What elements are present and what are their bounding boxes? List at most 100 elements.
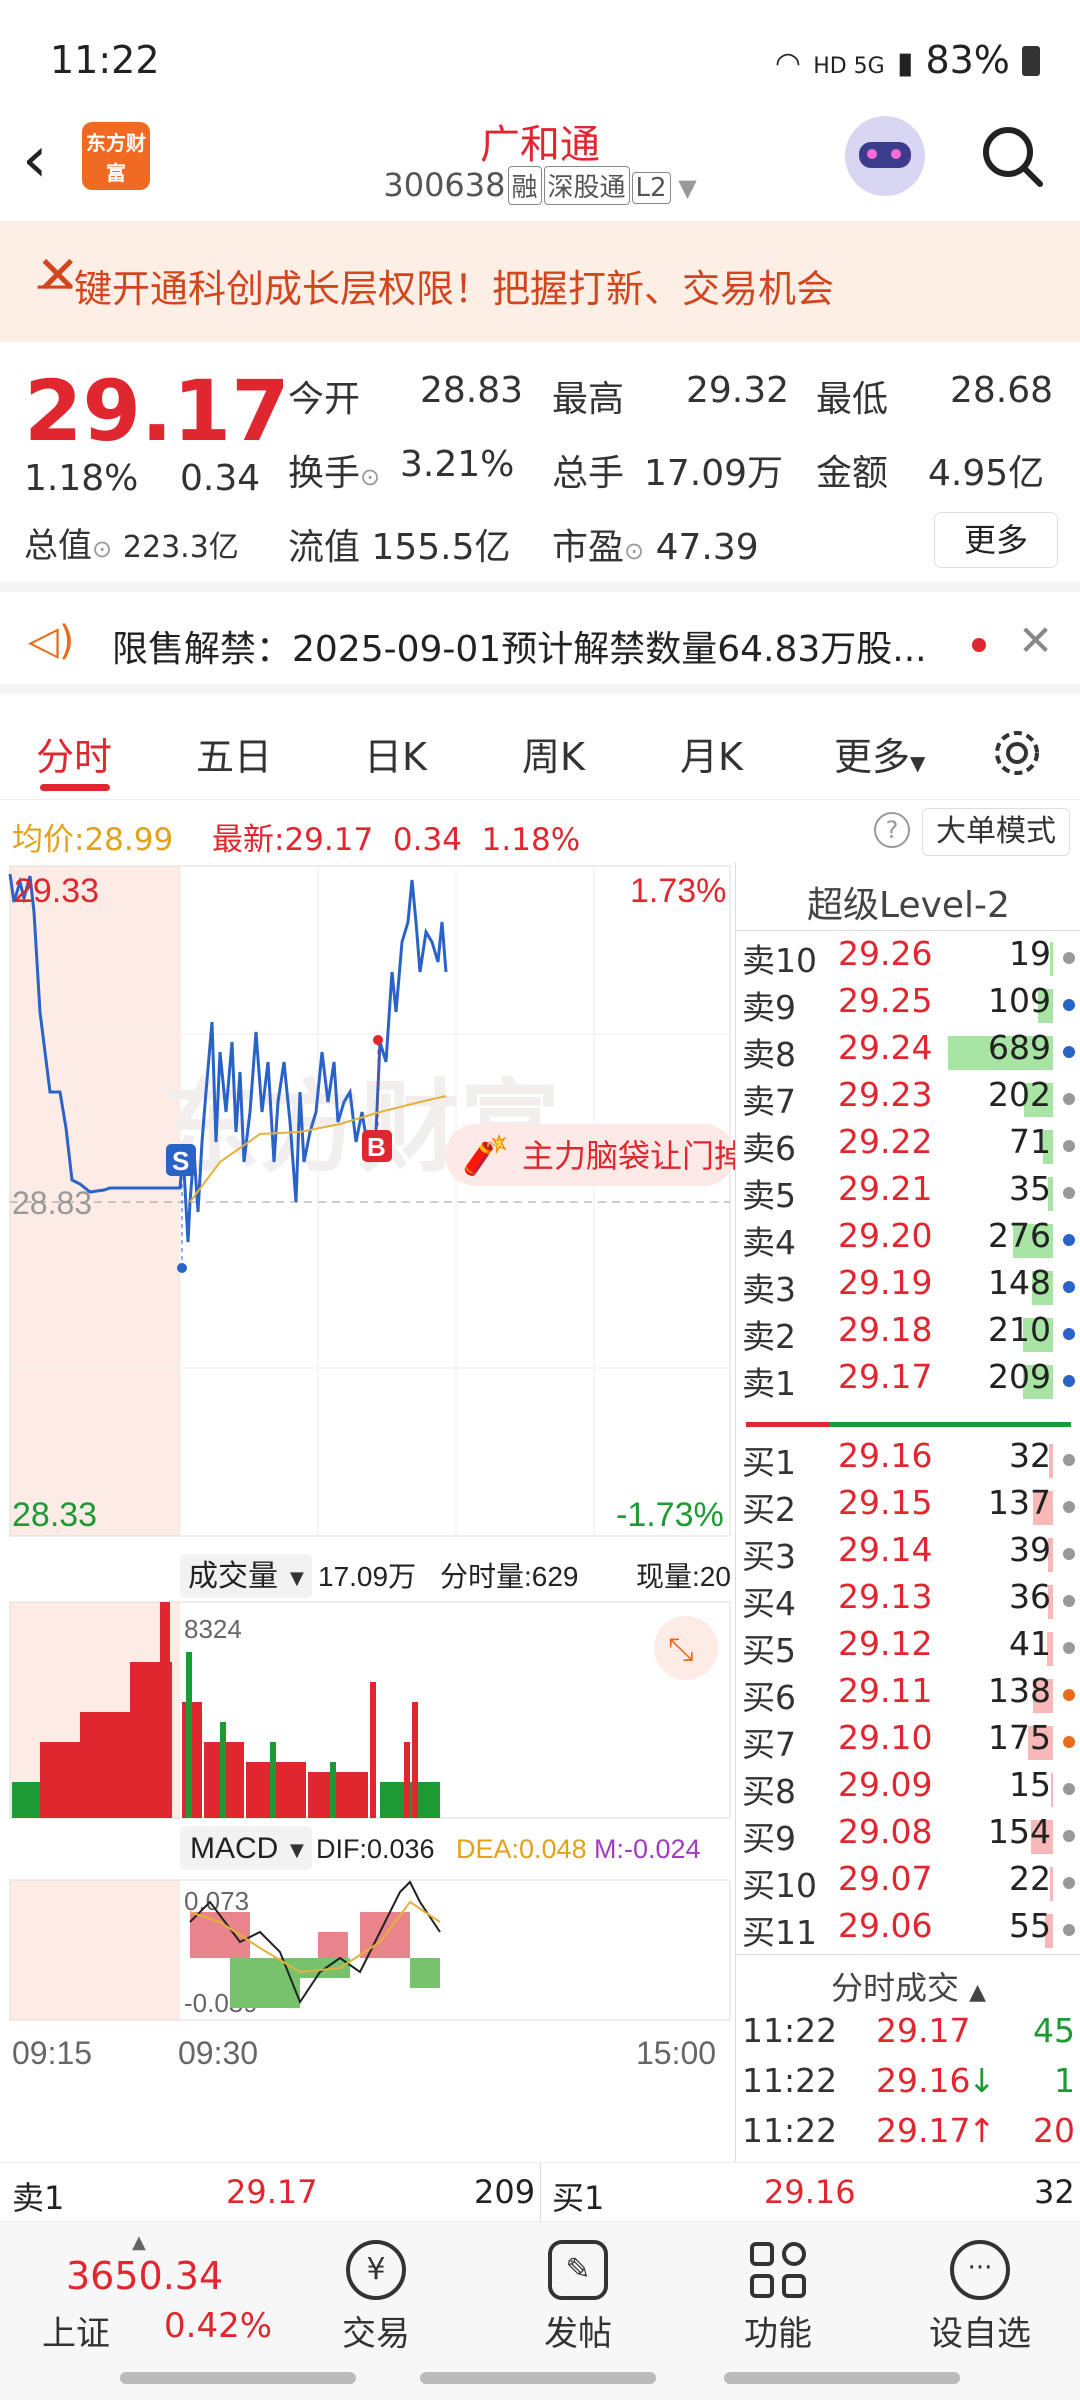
tab-weekly-k[interactable]: 周K bbox=[522, 726, 585, 781]
order-flag-dot bbox=[1063, 1281, 1075, 1293]
level-label: 卖7 bbox=[742, 1082, 796, 1121]
spread-divider bbox=[746, 1422, 829, 1427]
nav-trade[interactable]: ¥ 交易 bbox=[306, 2232, 446, 2355]
intraday-chart-area[interactable]: 东方财富 S B 🧨 主力脑袋让门掉 29.33 28.83 28.33 1.7… bbox=[0, 862, 746, 2162]
ask-level-row[interactable]: 卖2 29.18 210 bbox=[736, 1310, 1080, 1357]
index-ticker[interactable]: ▲ 3650.34 上证 0.42% bbox=[14, 2232, 274, 2356]
ask-level-row[interactable]: 卖4 29.20 276 bbox=[736, 1216, 1080, 1263]
tab-daily-k[interactable]: 日K bbox=[364, 726, 427, 781]
bid-level-row[interactable]: 买3 29.14 39 bbox=[736, 1530, 1080, 1577]
ask-level-row[interactable]: 卖3 29.19 148 bbox=[736, 1263, 1080, 1310]
ticks-title[interactable]: 分时成交 ▲ bbox=[736, 1963, 1080, 2009]
ask-level-row[interactable]: 卖5 29.21 35 bbox=[736, 1169, 1080, 1216]
nav-functions-label: 功能 bbox=[744, 2314, 812, 2354]
info-icon[interactable]: ⊙ bbox=[360, 463, 380, 491]
more-button[interactable]: 更多 bbox=[934, 512, 1058, 568]
tick-time: 11:22 bbox=[742, 2111, 838, 2150]
nav-watchlist[interactable]: ··· 设自选 bbox=[910, 2232, 1050, 2355]
level2-panel[interactable]: 超级Level-2 卖10 29.26 19 卖9 29.25 109 卖8 29.24 689… bbox=[735, 862, 1080, 2162]
order-flag-dot bbox=[1063, 1924, 1075, 1936]
nav-post[interactable]: ✎ 发帖 bbox=[508, 2232, 648, 2355]
order-flag-dot bbox=[1063, 1454, 1075, 1466]
level-price: 29.15 bbox=[838, 1483, 933, 1522]
stock-code: 300638 bbox=[383, 166, 506, 204]
ask-level-row[interactable]: 卖10 29.26 19 bbox=[736, 934, 1080, 981]
bid-level-row[interactable]: 买11 29.06 55 bbox=[736, 1906, 1080, 1953]
level-qty: 276 bbox=[988, 1216, 1051, 1255]
level-qty: 71 bbox=[1009, 1122, 1051, 1161]
order-flag-dot bbox=[1063, 1736, 1075, 1748]
bid-level-row[interactable]: 买1 29.16 32 bbox=[736, 1436, 1080, 1483]
big-order-mode-button[interactable]: 大单模式 bbox=[922, 808, 1070, 856]
chart-tabs: 分时 五日 日K 周K 月K 更多▼ bbox=[0, 704, 1080, 800]
ask1-label: 卖1 bbox=[12, 2179, 65, 2217]
bid-level-row[interactable]: 买5 29.12 41 bbox=[736, 1624, 1080, 1671]
bid-level-row[interactable]: 买2 29.15 137 bbox=[736, 1483, 1080, 1530]
tick-volume: 45 bbox=[1033, 2011, 1075, 2050]
order-flag-dot bbox=[1063, 1830, 1075, 1842]
bid-level-row[interactable]: 买4 29.13 36 bbox=[736, 1577, 1080, 1624]
tick-row: 11:22 29.17 45 bbox=[736, 2011, 1080, 2058]
tag-connect: 深股通 bbox=[543, 166, 630, 205]
interval-volume: 分时量:629 bbox=[440, 1561, 579, 1592]
ask-level-row[interactable]: 卖8 29.24 689 bbox=[736, 1028, 1080, 1075]
info-icon[interactable]: ⊙ bbox=[92, 535, 112, 563]
bid-level-row[interactable]: 买7 29.10 175 bbox=[736, 1718, 1080, 1765]
ask-level-row[interactable]: 卖9 29.25 109 bbox=[736, 981, 1080, 1028]
dropdown-icon: ▼ bbox=[290, 1568, 304, 1589]
amount-value: 4.95亿 bbox=[928, 453, 1045, 494]
tab-five-day[interactable]: 五日 bbox=[196, 726, 272, 781]
bid-level-row[interactable]: 买10 29.07 22 bbox=[736, 1859, 1080, 1906]
level-label: 买6 bbox=[742, 1678, 796, 1717]
battery-icon bbox=[1022, 46, 1040, 76]
bid-level-row[interactable]: 买6 29.11 138 bbox=[736, 1671, 1080, 1718]
level-label: 买7 bbox=[742, 1725, 796, 1764]
level-label: 卖5 bbox=[742, 1176, 796, 1215]
search-icon[interactable] bbox=[980, 124, 1044, 188]
bid-level-row[interactable]: 买8 29.09 15 bbox=[736, 1765, 1080, 1812]
signal-icon: ▮ bbox=[896, 46, 914, 81]
system-indicators: ◠ HD 5G ▮ 83% bbox=[775, 38, 1040, 82]
level-qty: 202 bbox=[988, 1075, 1051, 1114]
level-price: 29.09 bbox=[838, 1765, 933, 1804]
level-qty: 22 bbox=[1009, 1859, 1051, 1898]
nav-trade-label: 交易 bbox=[342, 2314, 410, 2354]
close-icon[interactable]: ✕ bbox=[36, 246, 1040, 306]
tick-price: 29.17 bbox=[876, 2111, 971, 2150]
level2-title[interactable]: 超级Level-2 bbox=[736, 876, 1080, 928]
level-label: 买8 bbox=[742, 1772, 796, 1811]
level-price: 29.07 bbox=[838, 1859, 933, 1898]
expand-icon[interactable]: ⤡ bbox=[654, 1616, 718, 1680]
tab-intraday[interactable]: 分时 bbox=[36, 726, 112, 781]
turnover-label: 换手 bbox=[288, 453, 361, 494]
quote-panel: 29.17 1.18% 0.34 今开 28.83 最高 29.32 最低 28… bbox=[0, 342, 1080, 592]
volume-selector[interactable]: 成交量 bbox=[188, 1560, 278, 1593]
close-icon[interactable]: ✕ bbox=[1018, 616, 1053, 665]
tab-monthly-k[interactable]: 月K bbox=[680, 726, 743, 781]
unlock-notice[interactable]: ◁) 限售解禁：2025-09-01预计解禁数量64.83万股... ✕ bbox=[0, 594, 1080, 694]
level-price: 29.10 bbox=[838, 1718, 933, 1757]
svg-text:⤡: ⤡ bbox=[668, 1630, 694, 1668]
bid-level-row[interactable]: 买9 29.08 154 bbox=[736, 1812, 1080, 1859]
level-label: 卖10 bbox=[742, 941, 817, 980]
ask-level-row[interactable]: 卖7 29.23 202 bbox=[736, 1075, 1080, 1122]
ask-level-row[interactable]: 卖6 29.22 71 bbox=[736, 1122, 1080, 1169]
nav-functions[interactable]: 功能 bbox=[708, 2232, 848, 2355]
assistant-robot-icon[interactable] bbox=[845, 116, 925, 196]
ask-level-row[interactable]: 卖1 29.17 209 bbox=[736, 1357, 1080, 1404]
order-flag-dot bbox=[1063, 1642, 1075, 1654]
gear-icon[interactable] bbox=[990, 726, 1044, 780]
level-label: 买5 bbox=[742, 1631, 796, 1670]
info-icon[interactable]: ⊙ bbox=[624, 537, 644, 565]
promo-banner[interactable]: 一键开通科创成长层权限！把握打新、交易机会 ✕ bbox=[0, 222, 1080, 342]
level-qty: 19 bbox=[1009, 934, 1051, 973]
help-icon[interactable]: ? bbox=[874, 812, 910, 848]
macd-selector[interactable]: MACD bbox=[190, 1832, 278, 1865]
level-label: 卖2 bbox=[742, 1317, 796, 1356]
tab-more[interactable]: 更多▼ bbox=[834, 726, 925, 781]
pct-high-label: 1.73% bbox=[630, 872, 726, 910]
market-cap-value: 223.3亿 bbox=[122, 530, 239, 565]
tick-arrow: ↑ bbox=[968, 2111, 996, 2150]
time-start: 09:15 bbox=[12, 2035, 92, 2071]
level-label: 卖3 bbox=[742, 1270, 796, 1309]
